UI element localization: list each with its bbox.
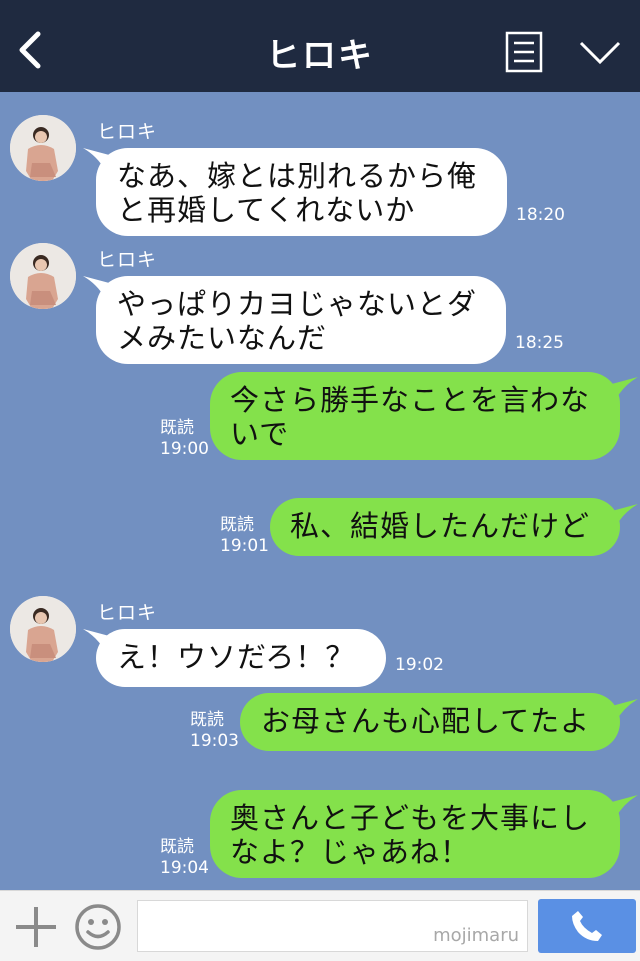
call-button[interactable] <box>538 899 636 953</box>
avatar[interactable] <box>10 243 76 309</box>
sender-name: ヒロキ <box>97 121 158 143</box>
avatar[interactable] <box>10 596 76 662</box>
read-receipt: 既読 19:01 <box>220 515 269 556</box>
person-photo-icon <box>10 115 76 181</box>
read-receipt: 既読 19:03 <box>190 710 239 751</box>
message-bubble[interactable]: 今さら勝手なことを言わな いで <box>210 372 620 460</box>
message-input[interactable]: mojimaru <box>137 900 528 952</box>
avatar[interactable] <box>10 115 76 181</box>
emoji-icon[interactable] <box>74 903 122 951</box>
message-time: 18:20 <box>516 205 565 225</box>
message-bubble[interactable]: お母さんも心配してたよ <box>240 693 620 751</box>
message-bubble[interactable]: え！ウソだろ！？ <box>96 629 386 687</box>
plus-icon[interactable] <box>14 905 58 949</box>
chat-header: ヒロキ <box>0 0 640 92</box>
sender-name: ヒロキ <box>97 602 158 624</box>
input-bar: mojimaru <box>0 890 640 961</box>
phone-icon <box>572 911 602 941</box>
person-photo-icon <box>10 243 76 309</box>
message-bubble[interactable]: やっぱりカヨじゃないとダ メみたいなんだ <box>96 276 506 364</box>
watermark: mojimaru <box>433 925 519 946</box>
read-receipt: 既読 19:04 <box>160 837 209 878</box>
message-bubble[interactable]: なあ、嫁とは別れるから俺 と再婚してくれないか <box>96 148 507 236</box>
chat-title: ヒロキ <box>266 36 374 76</box>
message-bubble[interactable]: 私、結婚したんだけど <box>270 498 620 556</box>
message-time: 18:25 <box>515 333 564 353</box>
read-receipt: 既読 19:00 <box>160 418 209 459</box>
message-time: 19:02 <box>395 655 444 675</box>
chevron-down-icon[interactable] <box>578 38 622 68</box>
sender-name: ヒロキ <box>97 249 158 271</box>
menu-icon[interactable] <box>505 31 543 73</box>
message-bubble[interactable]: 奥さんと子どもを大事にし なよ？じゃあね！ <box>210 790 620 878</box>
person-photo-icon <box>10 596 76 662</box>
